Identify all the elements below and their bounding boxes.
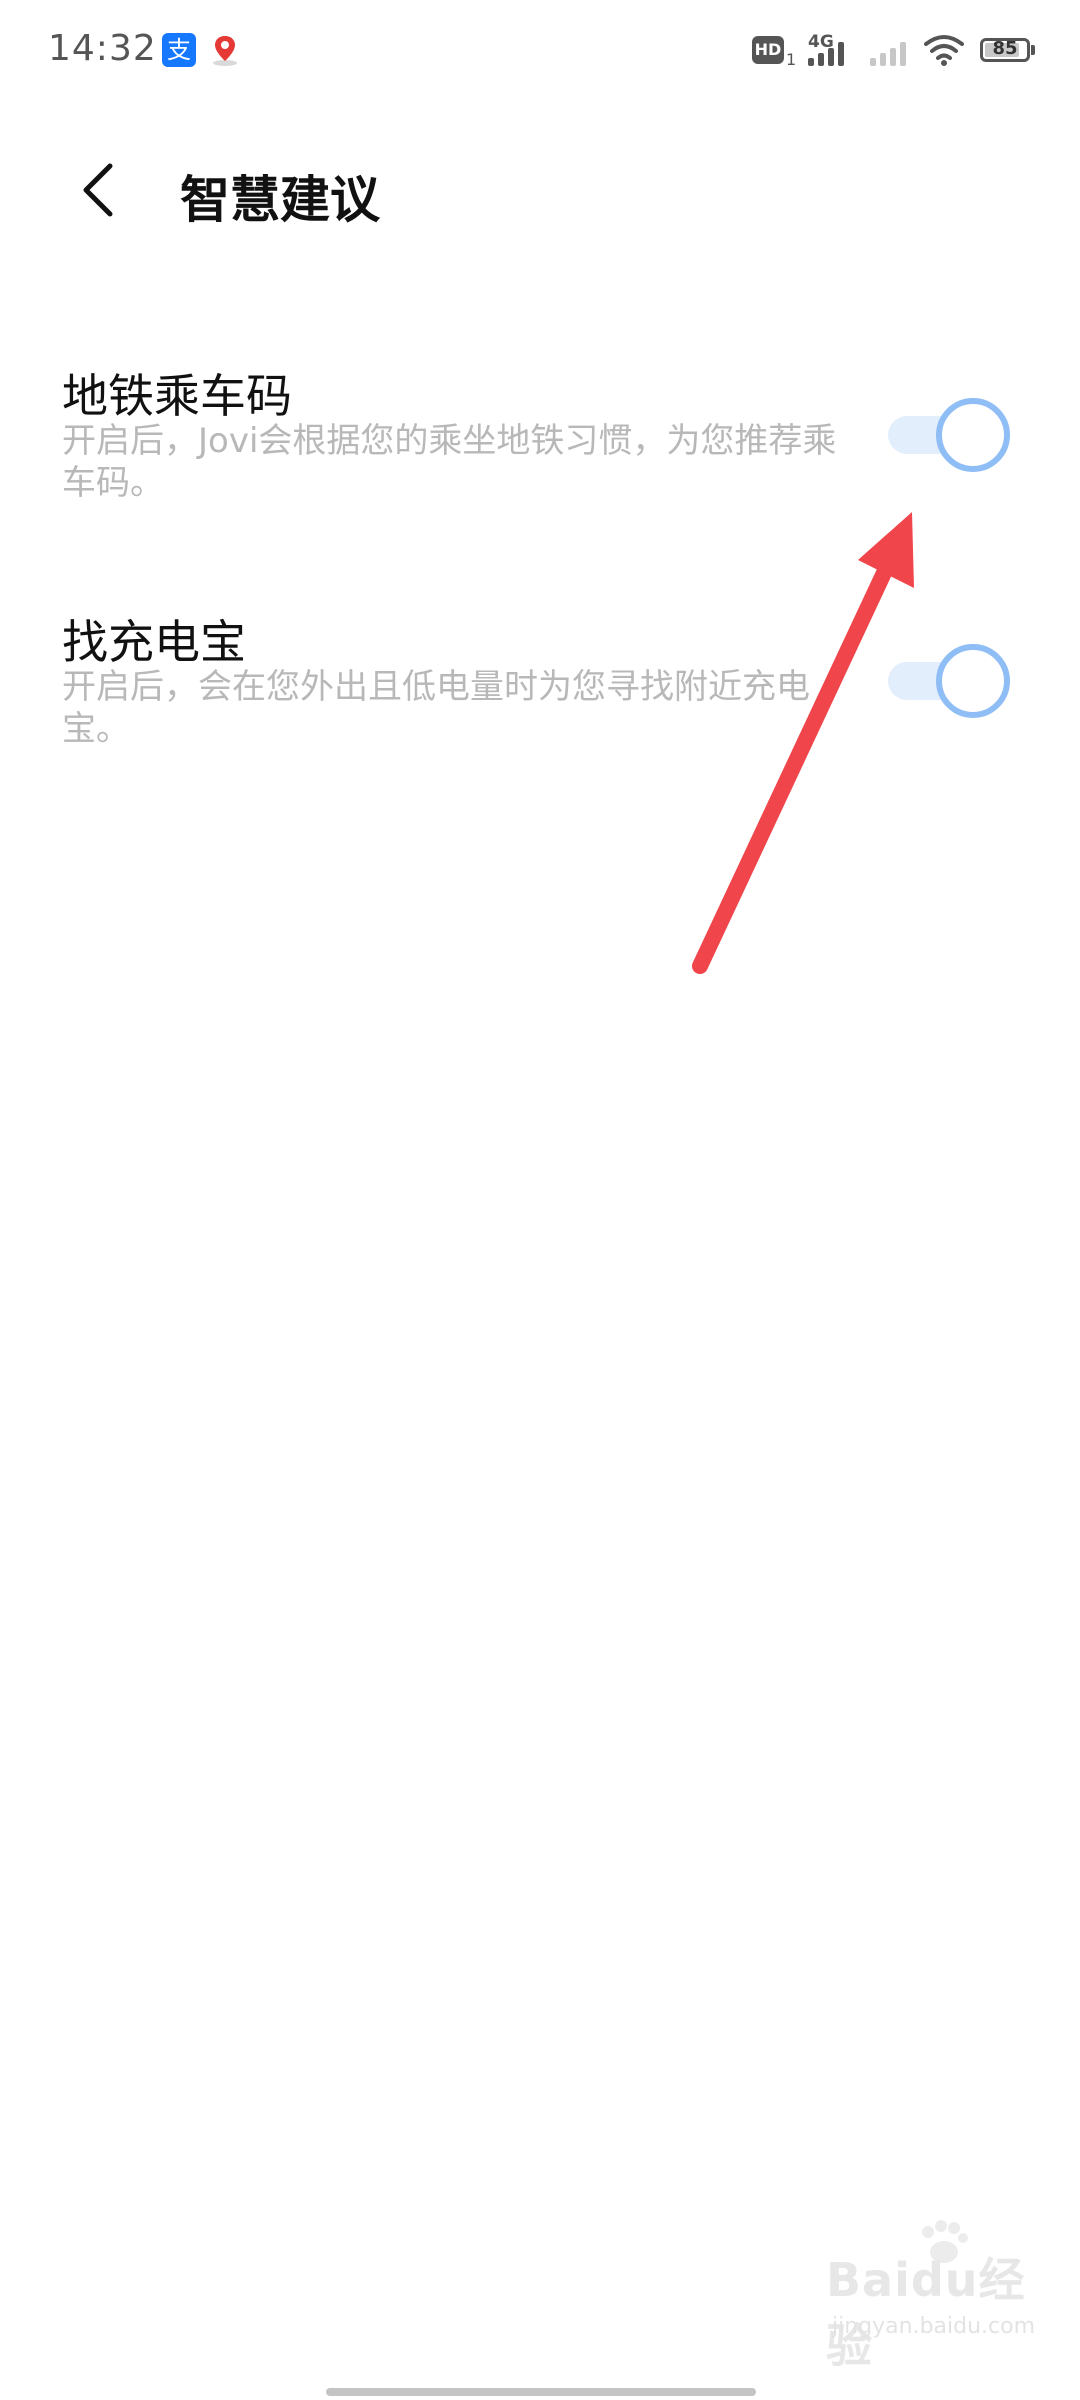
chevron-left-icon [83,163,113,217]
hd-voice-icon: HD [752,36,784,64]
hd-label: HD [754,40,782,59]
back-button[interactable] [60,150,140,230]
subway-code-toggle[interactable] [888,396,1012,472]
hd-sim-number: 1 [786,50,797,69]
baidu-jingyan-watermark: Baidu经验 jingyan.baidu.com [826,2218,1066,2373]
wifi-icon [924,34,964,66]
setting-description: 开启后，Jovi会根据您的乘坐地铁习惯，为您推荐乘车码。 [62,421,837,503]
setting-title: 地铁乘车码 [62,369,292,423]
alipay-glyph: 支 [167,36,191,64]
watermark-url: jingyan.baidu.com [832,2314,1036,2339]
status-bar: 14:32 支 HD 1 4G 85 [0,0,1080,100]
setting-title: 找充电宝 [62,615,246,669]
power-bank-toggle[interactable] [888,642,1012,718]
toggle-knob [936,398,1010,472]
battery-level-text: 85 [992,38,1018,59]
watermark-logo: Baidu经验 [826,2253,1026,2373]
page-title: 智慧建议 [180,171,380,229]
battery-icon: 85 [980,38,1030,62]
signal-strength-icon-sim2 [870,40,914,66]
setting-item-power-bank: 找充电宝 开启后，会在您外出且低电量时为您寻找附近充电宝。 [0,606,1080,756]
home-indicator[interactable] [326,2388,756,2396]
setting-description: 开启后，会在您外出且低电量时为您寻找附近充电宝。 [62,667,810,749]
alipay-icon: 支 [162,33,196,67]
battery-tip [1031,45,1035,55]
setting-item-subway-code: 地铁乘车码 开启后，Jovi会根据您的乘坐地铁习惯，为您推荐乘车码。 [0,360,1080,510]
toggle-knob [936,644,1010,718]
signal-strength-icon-sim1 [808,40,852,66]
app-header: 智慧建议 [0,130,1080,250]
status-time: 14:32 [48,28,157,69]
map-pin-icon [208,33,242,67]
